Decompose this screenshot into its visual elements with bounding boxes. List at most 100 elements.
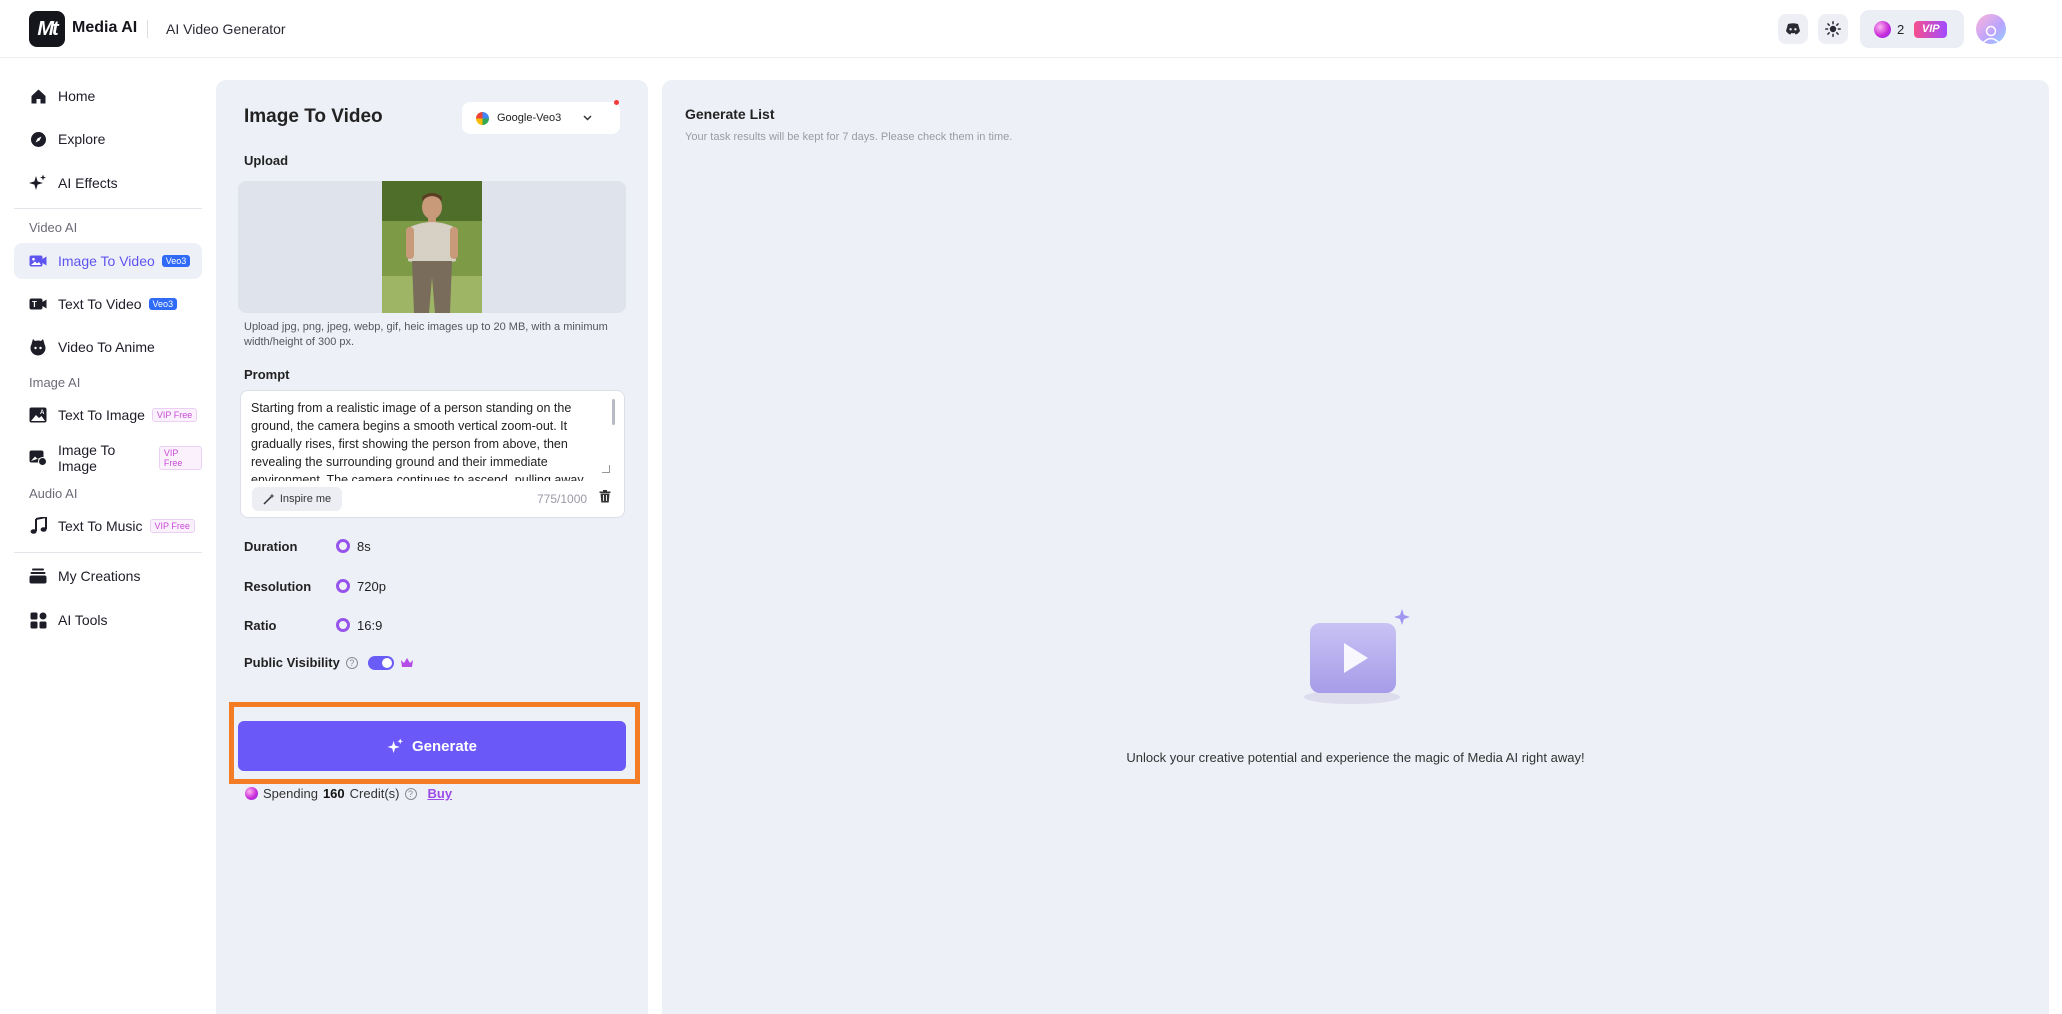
sidebar-item-label: Text To Image bbox=[58, 407, 145, 423]
ratio-label: Ratio bbox=[244, 617, 277, 633]
form-title: Image To Video bbox=[244, 106, 383, 127]
logo-icon[interactable]: Mt bbox=[29, 11, 65, 47]
sidebar-item-ai-tools[interactable]: AI Tools bbox=[14, 602, 202, 638]
google-icon bbox=[476, 111, 489, 125]
inspire-me-button[interactable]: Inspire me bbox=[252, 487, 342, 511]
vip-free-badge: VIP Free bbox=[158, 446, 202, 470]
sidebar-item-home[interactable]: Home bbox=[14, 78, 202, 114]
credit-gem-icon bbox=[1874, 20, 1891, 38]
model-select-value: Google-Veo3 bbox=[497, 112, 562, 124]
upload-hint: Upload jpg, png, jpeg, webp, gif, heic i… bbox=[244, 321, 608, 348]
sidebar-item-label: Explore bbox=[58, 131, 106, 147]
sidebar-item-label: Image To Video bbox=[58, 253, 155, 269]
avatar[interactable] bbox=[1976, 14, 2006, 44]
sidebar-item-ai-effects[interactable]: AI Effects bbox=[14, 165, 202, 201]
generate-list-panel: Generate List Your task results will be … bbox=[662, 80, 2049, 1014]
text-video-icon: T bbox=[29, 295, 47, 313]
uploaded-image-thumbnail[interactable] bbox=[382, 181, 482, 313]
sidebar-divider bbox=[14, 552, 202, 553]
veo3-badge: Veo3 bbox=[148, 298, 178, 310]
ratio-value[interactable]: 16:9 bbox=[357, 618, 382, 633]
grid-icon bbox=[29, 611, 47, 629]
spending-prefix: Spending bbox=[263, 786, 318, 801]
chevron-down-icon bbox=[583, 115, 592, 121]
sidebar-item-label: Video To Anime bbox=[58, 339, 155, 355]
prompt-text[interactable]: Starting from a realistic image of a per… bbox=[251, 399, 611, 481]
home-icon bbox=[29, 87, 47, 105]
sidebar-item-text-to-image[interactable]: A Text To Image VIP Free bbox=[14, 397, 202, 433]
duration-row: Duration 8s bbox=[244, 536, 371, 556]
generate-button[interactable]: Generate bbox=[238, 721, 626, 771]
upload-dropzone[interactable] bbox=[238, 181, 626, 313]
sidebar-item-label: Text To Video bbox=[58, 296, 142, 312]
credit-gem-icon bbox=[245, 787, 258, 800]
sidebar-item-image-to-video[interactable]: Image To Video Veo3 bbox=[14, 243, 202, 279]
svg-text:T: T bbox=[32, 300, 37, 309]
discord-icon bbox=[1786, 22, 1800, 34]
sidebar-item-text-to-music[interactable]: Text To Music VIP Free bbox=[14, 508, 202, 544]
generate-list-subtitle: Your task results will be kept for 7 day… bbox=[685, 131, 1013, 143]
page-title: AI Video Generator bbox=[166, 21, 286, 37]
vip-free-badge: VIP Free bbox=[151, 408, 198, 422]
credit-count: 2 bbox=[1897, 21, 1905, 37]
sidebar: Home Explore AI Effects Video AI Image T… bbox=[0, 58, 210, 1014]
crown-icon bbox=[400, 658, 413, 667]
duration-label: Duration bbox=[244, 538, 298, 554]
help-icon[interactable]: ? bbox=[345, 656, 358, 669]
spending-suffix: Credit(s) bbox=[349, 786, 400, 801]
resolution-row: Resolution 720p bbox=[244, 576, 386, 596]
sun-icon bbox=[1825, 21, 1841, 37]
music-note-icon bbox=[29, 517, 47, 535]
resize-handle[interactable] bbox=[602, 465, 610, 473]
sidebar-item-video-to-anime[interactable]: Video To Anime bbox=[14, 329, 202, 365]
header-divider bbox=[147, 20, 148, 38]
resolution-label: Resolution bbox=[244, 578, 312, 594]
help-icon[interactable]: ? bbox=[404, 787, 417, 800]
sidebar-item-explore[interactable]: Explore bbox=[14, 121, 202, 157]
vip-free-badge: VIP Free bbox=[149, 519, 195, 533]
user-silhouette-icon bbox=[1981, 25, 2001, 44]
duration-value[interactable]: 8s bbox=[357, 539, 371, 554]
section-label-image-ai: Image AI bbox=[29, 375, 81, 390]
generate-list-title: Generate List bbox=[685, 106, 775, 122]
buy-link[interactable]: Buy bbox=[428, 786, 453, 801]
credits-vip-pill[interactable]: 2 VIP bbox=[1860, 10, 1964, 48]
image-to-video-form: Image To Video Google-Veo3 Upload Upload… bbox=[216, 80, 648, 1014]
generate-label: Generate bbox=[411, 737, 478, 755]
ratio-radio[interactable] bbox=[336, 618, 350, 632]
public-visibility-label: Public Visibility bbox=[244, 655, 340, 670]
sidebar-item-image-to-image[interactable]: Image To Image VIP Free bbox=[14, 440, 202, 476]
image-swap-icon bbox=[29, 449, 47, 467]
discord-button[interactable] bbox=[1778, 14, 1808, 44]
prompt-scrollbar[interactable] bbox=[612, 399, 615, 425]
sidebar-item-text-to-video[interactable]: T Text To Video Veo3 bbox=[14, 286, 202, 322]
veo3-badge: Veo3 bbox=[161, 255, 191, 267]
stack-icon bbox=[29, 567, 47, 585]
resolution-radio[interactable] bbox=[336, 579, 350, 593]
inspire-me-label: Inspire me bbox=[279, 493, 332, 505]
duration-radio[interactable] bbox=[336, 539, 350, 553]
sparkles-icon bbox=[29, 174, 47, 192]
sparkles-icon bbox=[387, 737, 404, 753]
sidebar-item-label: Text To Music bbox=[58, 518, 143, 534]
text-image-icon: A bbox=[29, 406, 47, 424]
vip-badge: VIP bbox=[1914, 20, 1948, 38]
public-visibility-row: Public Visibility ? bbox=[244, 655, 414, 670]
prompt-textarea[interactable]: Starting from a realistic image of a per… bbox=[240, 390, 625, 518]
sidebar-item-label: My Creations bbox=[58, 568, 141, 584]
theme-toggle-button[interactable] bbox=[1818, 14, 1848, 44]
upload-label: Upload bbox=[244, 153, 289, 168]
brand-name[interactable]: Media AI bbox=[72, 19, 137, 37]
public-visibility-toggle[interactable] bbox=[367, 655, 394, 670]
magic-wand-icon bbox=[263, 493, 275, 505]
resolution-value[interactable]: 720p bbox=[357, 579, 386, 594]
section-label-video-ai: Video AI bbox=[29, 220, 78, 235]
notification-dot bbox=[614, 100, 619, 105]
trash-icon[interactable] bbox=[599, 490, 611, 503]
sidebar-divider bbox=[14, 208, 202, 209]
sidebar-item-my-creations[interactable]: My Creations bbox=[14, 558, 202, 594]
model-select[interactable]: Google-Veo3 bbox=[462, 102, 620, 134]
section-label-audio-ai: Audio AI bbox=[29, 486, 78, 501]
sidebar-item-label: AI Tools bbox=[58, 612, 108, 628]
sidebar-item-label: AI Effects bbox=[58, 175, 118, 191]
